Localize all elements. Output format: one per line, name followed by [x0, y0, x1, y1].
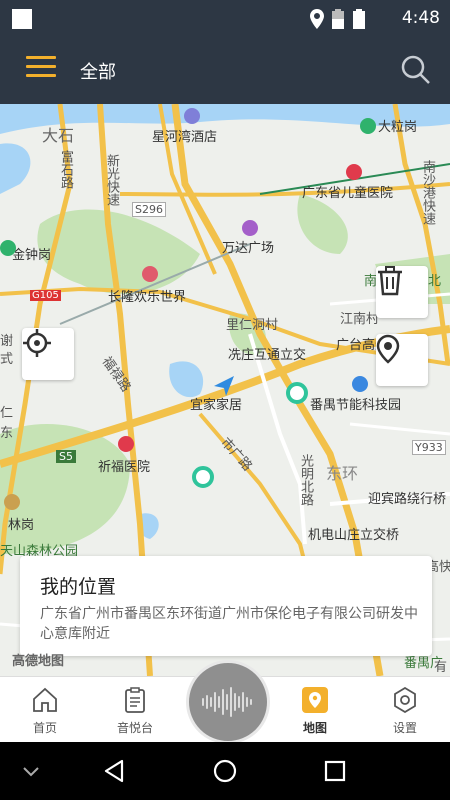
map-label: 式 — [0, 352, 14, 367]
map-label: 江南村 — [340, 312, 380, 327]
map-label: 番禺节能科技园 — [310, 398, 402, 413]
app-bar: 全部 — [0, 36, 450, 104]
locate-button[interactable] — [22, 328, 74, 380]
crosshair-icon — [23, 329, 51, 357]
map-label: 仁 — [0, 406, 14, 421]
map-label: G105 — [30, 290, 61, 301]
notification-icon — [12, 9, 32, 29]
location-card-address: 广东省广州市番禺区东环街道广州市保伦电子有限公司研发中心意库附近 — [40, 606, 418, 642]
device-marker[interactable] — [192, 466, 214, 488]
map-label: 北 — [428, 274, 442, 289]
tab-home[interactable]: 首页 — [0, 677, 90, 743]
map-label: 广东省儿童医院 — [302, 186, 394, 201]
map-label: 祈福医院 — [98, 460, 151, 475]
home-nav-icon[interactable] — [210, 756, 240, 786]
map-view[interactable]: 大石 星河湾酒店 大粒岗 富石路 新光快速 S296 广东省儿童医院 南沙港快速… — [0, 104, 450, 676]
chevron-down-icon[interactable] — [16, 756, 46, 786]
back-icon[interactable] — [100, 756, 130, 786]
map-label: S296 — [132, 202, 166, 217]
map-label: 长隆欢乐世界 — [108, 290, 187, 305]
map-label: 新光快速 — [104, 154, 119, 206]
tab-map[interactable]: 地图 — [270, 677, 360, 743]
tab-settings[interactable]: 设置 — [360, 677, 450, 743]
voice-button[interactable] — [186, 660, 270, 744]
map-label: 大粒岗 — [378, 120, 418, 135]
status-time: 4:48 — [401, 8, 440, 28]
battery-icon — [353, 9, 365, 29]
home-icon — [33, 687, 57, 712]
system-nav-bar — [0, 742, 450, 800]
menu-button[interactable] — [26, 56, 56, 82]
gear-icon — [394, 687, 416, 713]
trash-icon — [378, 266, 402, 296]
park-poi-icon — [142, 266, 158, 282]
tab-music[interactable]: 音悦台 — [90, 677, 180, 743]
map-label: 林岗 — [8, 518, 35, 533]
signal-status-icon — [332, 9, 344, 29]
map-label: 机电山庄立交桥 — [308, 528, 400, 543]
map-label: Y933 — [412, 440, 446, 455]
map-label: 迎宾路绕行桥 — [368, 492, 447, 507]
map-attribution: 高德地图 — [12, 654, 65, 669]
hotel-poi-icon — [184, 108, 200, 124]
location-status-icon — [310, 9, 324, 29]
delete-button[interactable] — [376, 266, 428, 318]
hospital-poi-icon — [346, 164, 362, 180]
search-icon — [401, 55, 430, 84]
map-label: 有 — [434, 660, 448, 675]
tab-label: 首页 — [32, 721, 57, 735]
map-label: 星河湾酒店 — [152, 130, 218, 145]
map-label: 光明北路 — [298, 454, 313, 506]
status-icons — [310, 9, 366, 29]
map-label: 谢 — [0, 334, 14, 349]
map-label: 东 — [0, 426, 14, 441]
map-label: 富石路 — [58, 150, 73, 189]
waveform-icon — [202, 687, 252, 717]
map-label: 大石 — [42, 126, 75, 145]
park-poi-icon — [0, 240, 16, 256]
mall-poi-icon — [242, 220, 258, 236]
page-title: 全部 — [80, 62, 116, 83]
map-tab-icon — [302, 687, 328, 713]
my-location-icon — [214, 376, 234, 396]
map-label: S5 — [56, 450, 76, 463]
search-button[interactable] — [400, 54, 432, 86]
clipboard-icon — [125, 687, 145, 713]
map-pin-icon — [376, 334, 400, 364]
building-poi-icon — [352, 376, 368, 392]
park-poi-icon — [360, 118, 376, 134]
tab-label: 地图 — [302, 721, 327, 735]
museum-poi-icon — [4, 494, 20, 510]
location-card[interactable]: 我的位置 广东省广州市番禺区东环街道广州市保伦电子有限公司研发中心意库附近 — [20, 556, 432, 656]
map-label: 万达广场 — [222, 241, 275, 256]
map-label: 金钟岗 — [12, 248, 52, 263]
location-pin-button[interactable] — [376, 334, 428, 386]
hospital-poi-icon — [118, 436, 134, 452]
location-card-title: 我的位置 — [40, 576, 117, 598]
map-label: 冼庄互通立交 — [228, 348, 307, 363]
tab-label: 设置 — [392, 721, 417, 735]
recents-icon[interactable] — [320, 756, 350, 786]
map-label: 里仁洞村 — [226, 318, 279, 333]
map-label: 南沙港快速 — [420, 160, 435, 225]
status-bar: 4:48 — [0, 0, 450, 36]
map-label: 东环 — [326, 464, 359, 483]
device-marker[interactable] — [286, 382, 308, 404]
tab-label: 音悦台 — [116, 721, 153, 735]
